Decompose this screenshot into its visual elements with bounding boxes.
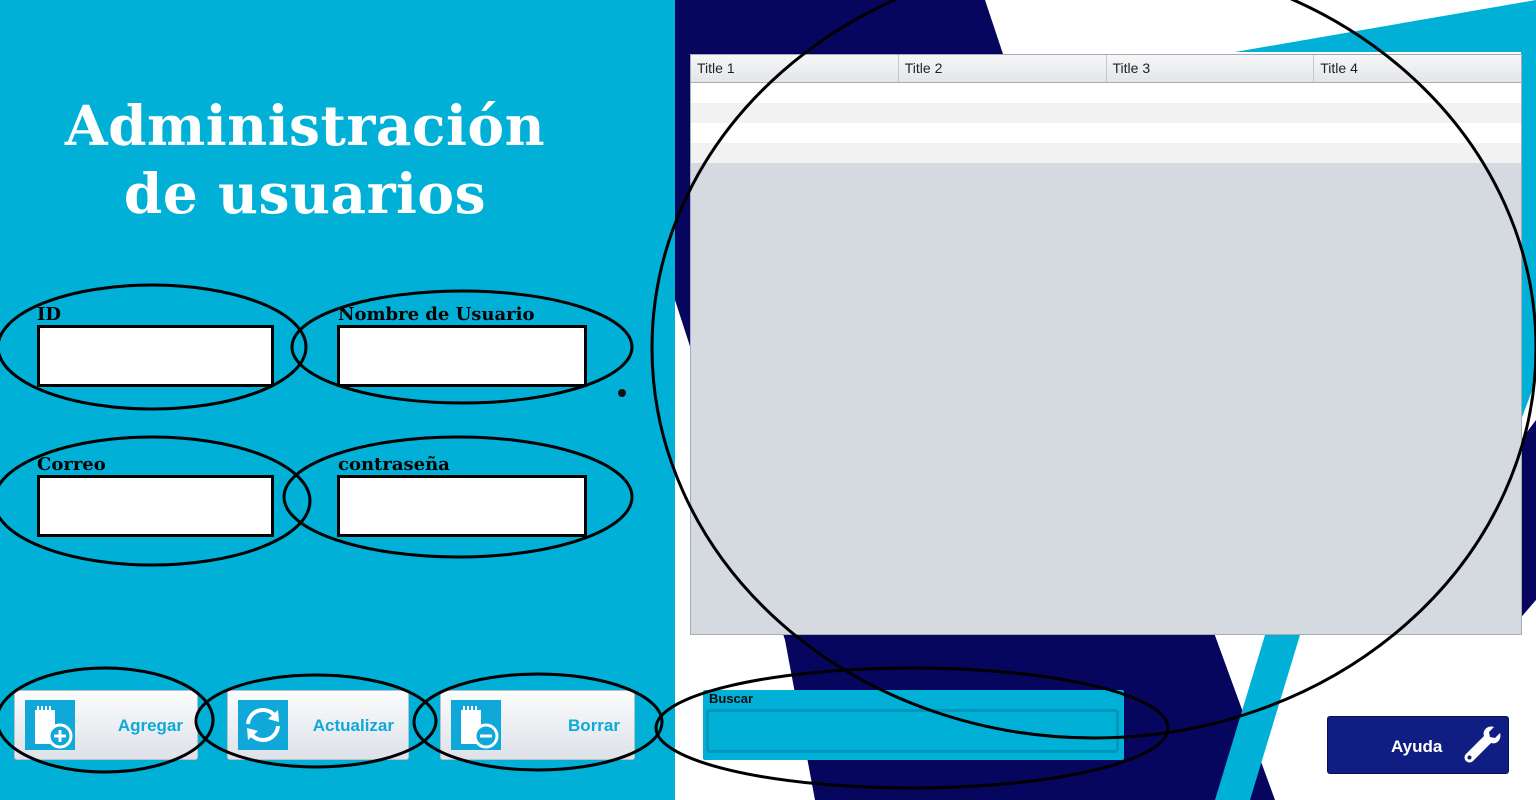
column-header-3[interactable]: Title 3 bbox=[1107, 55, 1315, 82]
delete-button-label: Borrar bbox=[568, 716, 620, 735]
search-input[interactable] bbox=[706, 709, 1119, 753]
table-cell[interactable] bbox=[899, 83, 1107, 103]
add-button[interactable]: Agregar bbox=[14, 690, 198, 760]
table-cell[interactable] bbox=[899, 103, 1107, 123]
search-label: Buscar bbox=[709, 691, 754, 706]
delete-button[interactable]: Borrar bbox=[440, 690, 635, 760]
update-button[interactable]: Actualizar bbox=[227, 690, 409, 760]
wrench-icon bbox=[1464, 726, 1501, 763]
help-button[interactable]: Ayuda bbox=[1327, 716, 1509, 774]
table-body bbox=[691, 83, 1521, 163]
id-label: ID bbox=[37, 304, 62, 325]
page-title-line-2: de usuarios bbox=[123, 161, 487, 226]
username-label: Nombre de Usuario bbox=[338, 304, 535, 325]
email-input[interactable] bbox=[37, 475, 274, 537]
column-header-4[interactable]: Title 4 bbox=[1314, 55, 1521, 82]
table-cell[interactable] bbox=[1106, 103, 1314, 123]
table-cell[interactable] bbox=[899, 123, 1107, 143]
table-cell[interactable] bbox=[691, 123, 899, 143]
table-cell[interactable] bbox=[1106, 143, 1314, 163]
stray-dot bbox=[618, 389, 626, 397]
update-button-label: Actualizar bbox=[312, 716, 394, 735]
page-title-line-1: Administración bbox=[64, 93, 546, 158]
table-cell[interactable] bbox=[1314, 83, 1522, 103]
table-row[interactable] bbox=[691, 143, 1521, 163]
username-input[interactable] bbox=[337, 325, 587, 387]
refresh-icon bbox=[238, 700, 288, 750]
column-header-1[interactable]: Title 1 bbox=[691, 55, 899, 82]
add-button-label: Agregar bbox=[117, 716, 183, 735]
password-input[interactable] bbox=[337, 475, 587, 537]
email-label: Correo bbox=[37, 454, 106, 475]
table-cell[interactable] bbox=[1314, 143, 1522, 163]
page-title: Administración de usuarios bbox=[0, 92, 610, 228]
help-button-label: Ayuda bbox=[1391, 737, 1443, 756]
table-cell[interactable] bbox=[691, 83, 899, 103]
table-row[interactable] bbox=[691, 83, 1521, 103]
table-row[interactable] bbox=[691, 103, 1521, 123]
password-label: contraseña bbox=[338, 454, 450, 475]
table-row[interactable] bbox=[691, 123, 1521, 143]
table-header: Title 1 Title 2 Title 3 Title 4 bbox=[691, 55, 1521, 83]
table-cell[interactable] bbox=[1314, 103, 1522, 123]
table-cell[interactable] bbox=[1106, 123, 1314, 143]
id-input[interactable] bbox=[37, 325, 274, 387]
add-document-icon bbox=[25, 700, 75, 750]
table-cell[interactable] bbox=[899, 143, 1107, 163]
users-table[interactable]: Title 1 Title 2 Title 3 Title 4 bbox=[690, 54, 1522, 635]
table-cell[interactable] bbox=[1314, 123, 1522, 143]
form-panel: Administración de usuarios ID Nombre de … bbox=[0, 0, 675, 800]
column-header-2[interactable]: Title 2 bbox=[899, 55, 1107, 82]
remove-document-icon bbox=[451, 700, 501, 750]
table-cell[interactable] bbox=[1106, 83, 1314, 103]
search-panel: Buscar bbox=[703, 690, 1124, 760]
table-cell[interactable] bbox=[691, 103, 899, 123]
table-cell[interactable] bbox=[691, 143, 899, 163]
